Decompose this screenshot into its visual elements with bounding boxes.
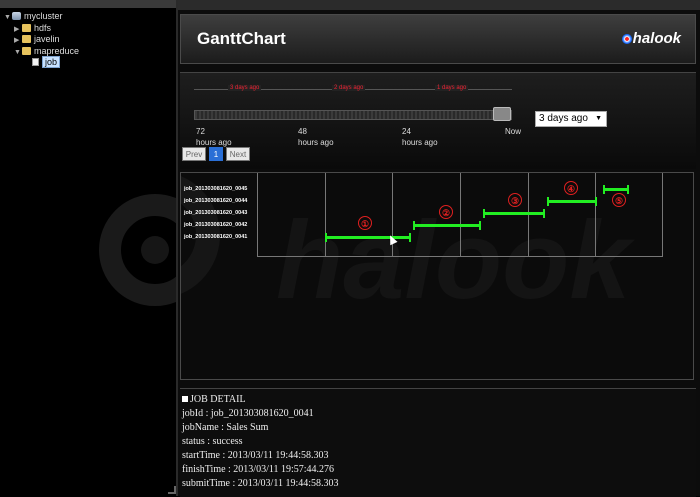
tree-node-hdfs[interactable]: ▶ hdfs xyxy=(4,23,79,35)
job-bar-0045[interactable] xyxy=(603,185,629,194)
grid-line xyxy=(460,173,461,257)
bar-cap xyxy=(325,233,327,242)
file-icon xyxy=(32,58,39,66)
folder-icon xyxy=(22,35,31,43)
folder-icon xyxy=(22,23,31,32)
tree-label-mapreduce: mapreduce xyxy=(34,45,80,56)
tree-node-root[interactable]: ▼ mycluster xyxy=(4,11,79,23)
marker-5: ⑤ xyxy=(612,193,626,207)
page-header: GanttChart halook xyxy=(180,14,696,64)
cluster-icon xyxy=(12,12,21,20)
next-button[interactable]: Next xyxy=(226,147,250,161)
tick-24: 24 hours ago xyxy=(402,127,438,147)
job-label: job_201303081620_0041 xyxy=(184,234,248,240)
main-panel: GanttChart halook 3 days ago 2 days ago … xyxy=(178,0,700,497)
logo-text: halook xyxy=(632,30,681,47)
tick-now: Now xyxy=(505,127,522,136)
job-bar-0044[interactable] xyxy=(547,197,597,206)
tree-label-javelin: javelin xyxy=(34,34,60,44)
grid-line xyxy=(528,173,529,257)
brand-logo: halook xyxy=(621,30,681,47)
gantt-chart: halook job_201303081620_0045 job_2013030… xyxy=(180,172,694,380)
tick-72: 72 hours ago xyxy=(196,127,232,147)
detail-heading: JOB DETAIL xyxy=(182,394,246,405)
page-1-button[interactable]: 1 xyxy=(209,147,223,161)
bar-cap xyxy=(483,209,485,218)
detail-start-time: startTime : 2013/03/11 19:44:58.303 xyxy=(182,450,329,461)
prev-button[interactable]: Prev xyxy=(182,147,206,161)
grid-line xyxy=(595,173,596,257)
bar-cap xyxy=(627,185,629,194)
panel-top-bar xyxy=(0,0,176,8)
halook-logo-icon xyxy=(621,34,632,44)
timeline-controls: 3 days ago 2 days ago 1 days ago 72 hours… xyxy=(180,72,696,169)
detail-job-name: jobName : Sales Sum xyxy=(182,422,269,433)
job-detail-panel: JOB DETAIL jobId : job_201303081620_0041… xyxy=(180,388,696,497)
resize-handle[interactable] xyxy=(168,486,176,494)
bar-cap xyxy=(603,185,605,194)
detail-job-id: jobId : job_201303081620_0041 xyxy=(182,408,314,419)
square-bullet-icon xyxy=(182,396,188,402)
slider-thumb[interactable] xyxy=(493,107,511,121)
job-label: job_201303081620_0042 xyxy=(184,222,248,228)
page-title: GanttChart xyxy=(197,29,286,48)
bar-cap xyxy=(543,209,545,218)
tree-label-root: mycluster xyxy=(24,11,63,21)
tree: ▼ mycluster ▶ hdfs ▶ javelin ▼ mapreduce job xyxy=(4,11,79,69)
detail-finish-time: finishTime : 2013/03/11 19:57:44.276 xyxy=(182,464,335,475)
detail-status: status : success xyxy=(182,436,243,447)
time-slider[interactable] xyxy=(194,110,512,120)
range-label-2d: 2 days ago xyxy=(332,85,366,91)
bar-cap xyxy=(595,197,597,206)
halook-watermark-icon xyxy=(99,194,176,306)
bar-cap xyxy=(547,197,549,206)
range-select[interactable]: 3 days ago ▼ xyxy=(535,111,607,127)
range-label-3d: 3 days ago xyxy=(228,85,262,91)
bar-cap xyxy=(413,221,415,230)
marker-2: ② xyxy=(439,205,453,219)
job-label: job_201303081620_0044 xyxy=(184,198,248,204)
grid-line xyxy=(325,173,326,257)
job-label: job_201303081620_0043 xyxy=(184,210,248,216)
job-bar-0043[interactable] xyxy=(483,209,545,218)
folder-icon xyxy=(22,46,31,55)
detail-submit-time: submitTime : 2013/03/11 19:44:58.303 xyxy=(182,478,339,489)
range-label-1d: 1 days ago xyxy=(435,85,469,91)
marker-3: ③ xyxy=(508,193,522,207)
cluster-tree-panel: ▼ mycluster ▶ hdfs ▶ javelin ▼ mapreduce job xyxy=(0,0,178,496)
tree-node-javelin[interactable]: ▶ javelin xyxy=(4,34,79,46)
tree-label-hdfs: hdfs xyxy=(34,22,52,33)
marker-1: ① xyxy=(358,216,372,230)
job-label: job_201303081620_0045 xyxy=(184,186,248,192)
tick-48: 48 hours ago xyxy=(298,127,334,147)
bar-cap xyxy=(409,233,411,242)
top-strip xyxy=(178,0,700,10)
job-bar-0041[interactable] xyxy=(325,233,411,242)
tree-node-job[interactable]: job xyxy=(4,56,79,69)
dropdown-arrow-icon: ▼ xyxy=(595,115,602,122)
tree-label-job: job xyxy=(42,56,61,68)
bar-cap xyxy=(479,221,481,230)
marker-4: ④ xyxy=(564,181,578,195)
job-bar-0042[interactable] xyxy=(413,221,481,230)
